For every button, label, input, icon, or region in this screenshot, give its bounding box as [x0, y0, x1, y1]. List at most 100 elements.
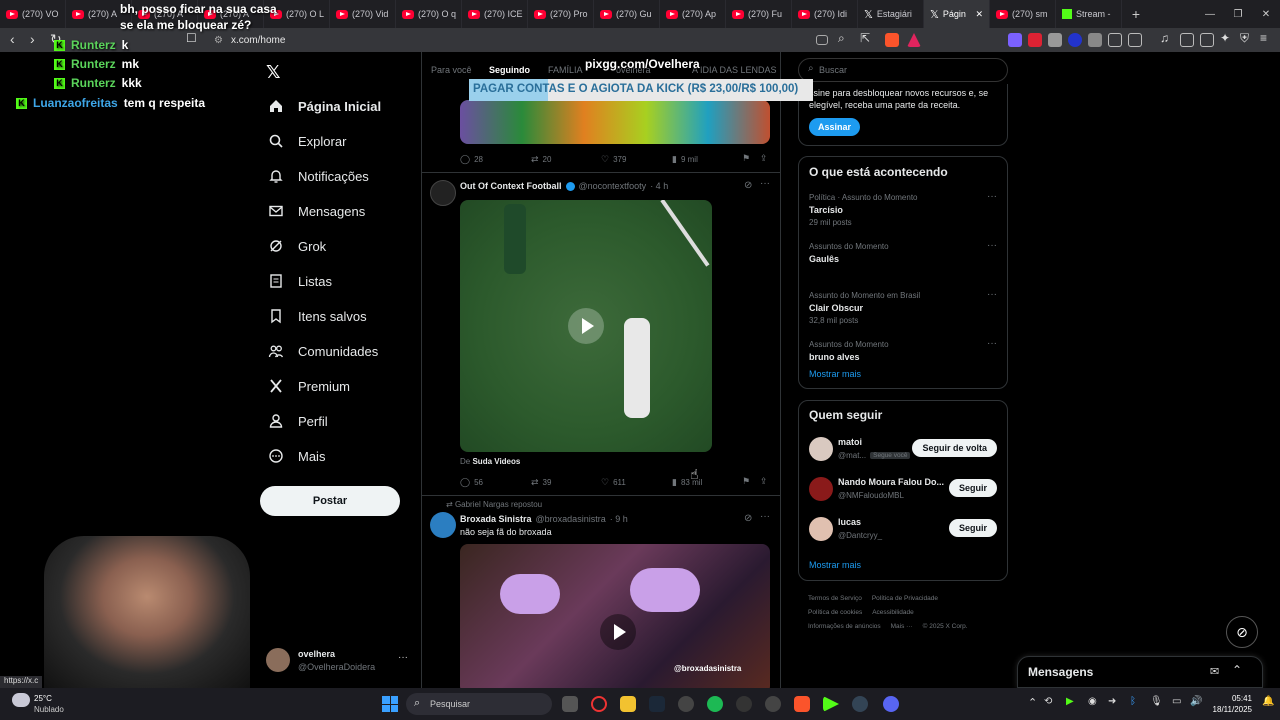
nav-item-mail[interactable]: Mensagens: [268, 203, 365, 219]
nav-item-home[interactable]: Página Inicial: [268, 98, 381, 114]
windows-start-icon[interactable]: [382, 696, 398, 712]
leo-ai-icon[interactable]: ✦: [1220, 31, 1230, 45]
extension-icon[interactable]: [1048, 33, 1062, 47]
opera-icon[interactable]: [591, 696, 607, 712]
steam-icon[interactable]: [649, 696, 665, 712]
extension-icon[interactable]: [1088, 33, 1102, 47]
tab-list[interactable]: A IDIA DAS LENDAS: [692, 65, 777, 75]
post-button[interactable]: Postar: [260, 486, 400, 516]
account-switcher[interactable]: ovelhera @OvelheraDoidera ···: [266, 646, 412, 676]
taskbar-search[interactable]: ⌕ Pesquisar: [406, 693, 552, 715]
share-icon[interactable]: ⇱: [860, 31, 870, 45]
file-explorer-icon[interactable]: [620, 696, 636, 712]
x-logo-icon[interactable]: 𝕏: [266, 62, 281, 83]
share-icon[interactable]: ⇪: [760, 476, 768, 487]
show-more-link[interactable]: Mostrar mais: [809, 369, 861, 379]
browser-tab[interactable]: (270) Ap: [660, 0, 726, 28]
bluetooth-icon[interactable]: ᛒ: [1130, 696, 1136, 707]
cast-icon[interactable]: [816, 35, 828, 45]
nav-item-search[interactable]: Explorar: [268, 133, 346, 149]
follow-button[interactable]: Seguir: [948, 519, 997, 537]
follow-suggestion[interactable]: lucas @Dantcryy_ Seguir: [799, 517, 1007, 551]
microphone-icon[interactable]: 🎙: [1150, 696, 1163, 707]
tab-list[interactable]: FAMÍLIA: [548, 65, 583, 75]
wallet-icon[interactable]: [1200, 33, 1214, 47]
browser-tab[interactable]: (270) Fu: [726, 0, 792, 28]
spotify-icon[interactable]: [707, 696, 723, 712]
nav-item-bookmark[interactable]: Itens salvos: [268, 308, 367, 324]
maximize-icon[interactable]: ❐: [1224, 9, 1252, 20]
tray-icon[interactable]: ⟲: [1044, 696, 1052, 707]
post-video[interactable]: @broxadasinistra: [460, 544, 770, 694]
weather-desc[interactable]: Nublado: [34, 705, 64, 714]
footer-link[interactable]: Acessibilidade: [872, 609, 914, 616]
browser-tab[interactable]: 𝕏 Págin ✕: [924, 0, 990, 28]
post-author[interactable]: Out Of Context Football: [460, 181, 562, 191]
trend-item[interactable]: Assunto do Momento em Brasil Clair Obscur…: [809, 289, 999, 333]
bookmark-icon[interactable]: ⚑: [742, 153, 750, 164]
grok-analyze-icon[interactable]: ⊘: [744, 180, 752, 191]
post-video[interactable]: [460, 200, 712, 452]
nav-item-x[interactable]: Premium: [268, 378, 350, 394]
zoom-icon[interactable]: ⌕: [838, 31, 845, 46]
weather-icon[interactable]: [12, 693, 30, 707]
subscribe-button[interactable]: Assinar: [809, 118, 861, 136]
nav-item-people[interactable]: Comunidades: [268, 343, 378, 359]
footer-link[interactable]: Termos de Serviço: [808, 595, 862, 602]
repost-button[interactable]: ⇄ 20: [531, 154, 551, 165]
trend-item[interactable]: Assuntos do Momento Gaulês ···: [809, 240, 999, 284]
browser-tab[interactable]: (270) Gu: [594, 0, 660, 28]
sidebar-icon[interactable]: [1180, 33, 1194, 47]
like-button[interactable]: ♡ 611: [601, 477, 626, 488]
tab-following[interactable]: Seguindo: [489, 65, 530, 75]
media-icon[interactable]: ♫: [1160, 31, 1169, 45]
suggestion-name[interactable]: lucas: [838, 517, 946, 527]
avatar[interactable]: [809, 517, 833, 541]
footer-link[interactable]: © 2025 X Corp.: [923, 623, 968, 630]
more-icon[interactable]: ···: [760, 178, 770, 189]
more-icon[interactable]: ···: [760, 511, 770, 522]
browser-tab[interactable]: (270) O q: [396, 0, 462, 28]
avatar[interactable]: [809, 477, 833, 501]
extension-icon[interactable]: [1008, 33, 1022, 47]
play-icon[interactable]: [600, 614, 636, 650]
follow-suggestion[interactable]: matoi @mat... Segue você Seguir de volta: [799, 437, 1007, 471]
footer-link[interactable]: Política de Privacidade: [872, 595, 938, 602]
suggestion-name[interactable]: Nando Moura Falou Do...: [838, 477, 946, 487]
browser-tab[interactable]: (270) sm: [990, 0, 1056, 28]
video-source-link[interactable]: Suda Videos: [472, 457, 520, 466]
views-button[interactable]: ▮ 9 mil: [672, 154, 698, 165]
tray-icon[interactable]: ◉: [1088, 696, 1097, 707]
more-icon[interactable]: ···: [987, 191, 997, 202]
more-icon[interactable]: ···: [987, 240, 997, 251]
browser-tab[interactable]: Stream -: [1056, 0, 1122, 28]
footer-link[interactable]: Informações de anúncios: [808, 623, 881, 630]
clock[interactable]: 05:41 18/11/2025: [1208, 693, 1252, 715]
notifications-icon[interactable]: 🔔: [1262, 696, 1274, 707]
network-icon[interactable]: ▭: [1172, 696, 1181, 707]
close-tab-icon[interactable]: ✕: [975, 9, 983, 20]
nav-item-person[interactable]: Perfil: [268, 413, 328, 429]
messages-drawer[interactable]: Mensagens ✉ ⌃: [1017, 656, 1263, 688]
grok-icon[interactable]: ⊘: [1226, 616, 1258, 648]
share-icon[interactable]: ⇪: [760, 153, 768, 164]
browser-tab[interactable]: (270) ICE: [462, 0, 528, 28]
browser-tab[interactable]: (270) VO: [0, 0, 66, 28]
browser-tab[interactable]: (270) Idi: [792, 0, 858, 28]
vpn-icon[interactable]: ⛨: [1240, 31, 1249, 46]
volume-icon[interactable]: 🔊: [1190, 696, 1202, 707]
tray-overflow-icon[interactable]: ⌃: [1028, 696, 1037, 709]
post-time[interactable]: · 9 h: [610, 514, 628, 524]
reply-button[interactable]: ◯ 28: [460, 154, 483, 165]
extension-icon[interactable]: [1028, 33, 1042, 47]
browser-tab[interactable]: 𝕏 Estagiári: [858, 0, 924, 28]
expand-icon[interactable]: ⌃: [1232, 663, 1242, 677]
app-icon[interactable]: [765, 696, 781, 712]
grok-analyze-icon[interactable]: ⊘: [744, 513, 752, 524]
search-box[interactable]: ⌕ Buscar: [798, 58, 1008, 82]
browser-tab[interactable]: (270) Vid: [330, 0, 396, 28]
minimize-icon[interactable]: —: [1196, 9, 1224, 20]
browser-tab[interactable]: (270) Pro: [528, 0, 594, 28]
footer-link[interactable]: Política de cookies: [808, 609, 862, 616]
app-icon[interactable]: [736, 696, 752, 712]
